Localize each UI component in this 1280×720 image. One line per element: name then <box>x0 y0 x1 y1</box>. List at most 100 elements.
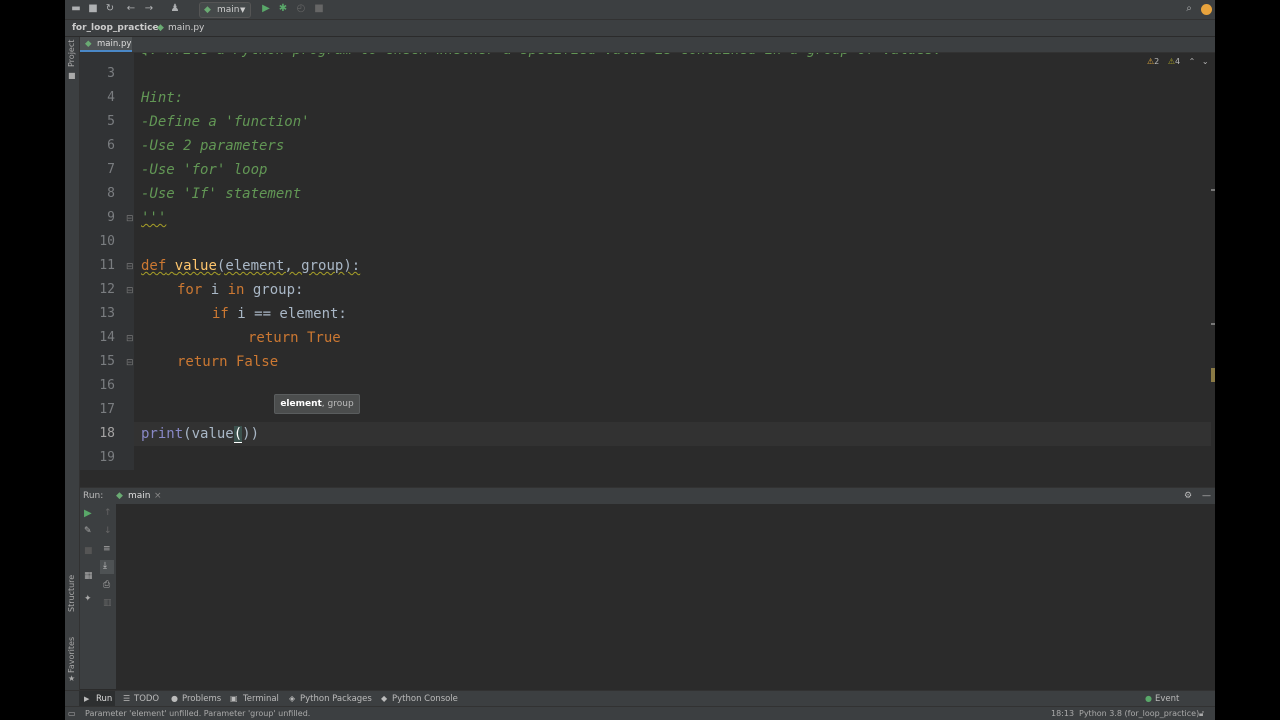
run-console-output[interactable] <box>117 504 1215 689</box>
line-number: 4 <box>107 90 115 105</box>
tool-tab-python-packages[interactable]: ◈ Python Packages <box>289 691 375 707</box>
chevron-up-icon[interactable]: ⌃ <box>1189 57 1196 66</box>
save-icon[interactable]: ■ <box>87 3 99 15</box>
close-icon[interactable]: × <box>154 488 162 504</box>
line-number-current: 18 <box>99 426 115 441</box>
run-config-label: main <box>217 5 240 15</box>
tool-tab-label: TODO <box>134 694 160 704</box>
fold-icon[interactable]: ⊟ <box>126 334 134 344</box>
star-icon: ★ <box>68 674 76 683</box>
inspection-widget[interactable]: ⚠2 ⚠4 ⌃ ⌄ <box>1147 57 1209 67</box>
toggle-tool-windows-icon[interactable]: ▭ <box>68 707 76 720</box>
structure-tool-button[interactable]: Structure <box>67 575 76 612</box>
fold-icon[interactable]: ⊟ <box>126 214 134 224</box>
lock-icon[interactable]: 🔓︎ <box>1199 707 1204 720</box>
pin-icon[interactable]: ✦ <box>84 594 92 604</box>
down-icon[interactable]: ↓ <box>104 526 112 536</box>
line-number: 12 <box>99 282 115 297</box>
package-icon: ◈ <box>289 694 296 703</box>
coverage-icon[interactable]: ◴ <box>295 3 307 15</box>
forward-icon[interactable]: → <box>143 3 155 15</box>
problems-icon: ● <box>171 694 178 703</box>
status-message: Parameter 'element' unfilled. Parameter … <box>85 709 311 718</box>
keyword-in: in <box>227 282 245 298</box>
navigation-bar: for_loop_practice › ◆ main.py <box>65 20 1215 36</box>
line-number: 3 <box>107 66 115 81</box>
layout-icon[interactable]: ▦ <box>84 571 93 581</box>
fold-icon[interactable]: ⊟ <box>126 358 134 368</box>
scroll-to-end-icon: ⤓ <box>103 561 107 571</box>
breadcrumb-file[interactable]: main.py <box>168 20 204 36</box>
gear-icon[interactable]: ⚙ <box>1184 488 1192 504</box>
tooltip-other-params: , group <box>321 399 354 409</box>
interpreter-selector[interactable]: Python 3.8 (for_loop_practice) <box>1079 707 1199 720</box>
tab-label: main.py <box>97 39 132 49</box>
python-icon: ◆ <box>204 5 211 15</box>
minimize-icon[interactable]: — <box>1202 488 1211 504</box>
scroll-marker <box>1211 189 1215 191</box>
code-line-print: print(value()) <box>141 426 260 443</box>
favorites-tool-button[interactable]: Favorites <box>67 637 76 673</box>
scroll-thumb[interactable] <box>1211 368 1215 382</box>
tool-tab-python-console[interactable]: ◆ Python Console <box>381 691 461 707</box>
tool-tab-label: Run <box>96 694 113 704</box>
line-number: 9 <box>107 210 115 225</box>
run-tab-main[interactable]: main <box>128 488 151 504</box>
list-icon: ☰ <box>123 694 131 703</box>
line-number: 15 <box>99 354 115 369</box>
up-icon[interactable]: ↑ <box>104 508 112 518</box>
code-editor[interactable]: Q: Write a Python program to check wheth… <box>134 53 1211 470</box>
print-icon[interactable]: ⎙ <box>103 580 110 590</box>
tool-tab-run[interactable]: ▶ Run <box>79 691 115 707</box>
open-folder-icon[interactable]: ▬ <box>70 3 82 15</box>
soft-wrap-icon[interactable]: ≡ <box>103 544 111 554</box>
rerun-icon[interactable]: ▶ <box>84 508 92 519</box>
main-toolbar: ▬ ■ ↻ ← → ♟ ◆ main ▼ ▶ ✱ ◴ ■ ⌕ <box>65 0 1215 20</box>
event-log-icon: ● <box>1145 694 1152 703</box>
warning-count: 2 <box>1154 57 1160 66</box>
user-icon[interactable]: ♟ <box>169 3 181 15</box>
line-number: 11 <box>99 258 115 273</box>
breadcrumb-project[interactable]: for_loop_practice <box>72 20 159 36</box>
python-file-icon: ◆ <box>116 491 123 501</box>
stop-icon[interactable]: ■ <box>313 3 325 15</box>
tool-tab-label: Problems <box>182 694 222 704</box>
folder-icon: ■ <box>68 71 76 80</box>
weak-warning-icon: ⚠ <box>1167 57 1175 66</box>
line-number: 7 <box>107 162 115 177</box>
line-number: 16 <box>99 378 115 393</box>
tool-tab-label: Python Packages <box>300 694 372 704</box>
sync-icon[interactable]: ↻ <box>104 3 116 15</box>
line-number: 19 <box>99 450 115 465</box>
fold-icon[interactable]: ⊟ <box>126 286 134 296</box>
print-args: (value <box>183 426 234 442</box>
loop-iterable: group: <box>244 282 304 298</box>
function-name: value <box>174 258 217 274</box>
search-icon[interactable]: ⌕ <box>1183 3 1195 15</box>
debug-icon[interactable]: ✱ <box>277 3 289 15</box>
project-tool-button[interactable]: Project <box>67 40 76 67</box>
function-params: (element, group): <box>216 258 361 274</box>
run-icon[interactable]: ▶ <box>260 3 272 15</box>
run-config-selector[interactable]: ◆ main ▼ <box>199 2 251 18</box>
fold-icon[interactable]: ⊟ <box>126 262 134 272</box>
back-icon[interactable]: ← <box>125 3 137 15</box>
trash-icon[interactable]: ▥ <box>103 598 112 608</box>
caret-position[interactable]: 18:13 <box>1051 707 1074 720</box>
update-icon[interactable] <box>1201 4 1212 15</box>
wrench-icon[interactable]: ✎ <box>84 526 92 536</box>
builtin-print: print <box>141 426 184 442</box>
code-line-return-true: return True <box>248 330 341 346</box>
tool-tab-problems[interactable]: ● Problems <box>171 691 223 707</box>
stop-icon[interactable]: ■ <box>84 546 93 556</box>
tab-main-py[interactable]: ◆ main.py <box>80 37 132 52</box>
editor-scrollbar[interactable] <box>1211 53 1215 470</box>
tool-tab-terminal[interactable]: ▣ Terminal <box>230 691 280 707</box>
line-number: 5 <box>107 114 115 129</box>
tool-tab-todo[interactable]: ☰ TODO <box>123 691 163 707</box>
code-line-return-false: return False <box>177 354 279 370</box>
event-log-button[interactable]: ● Event Log <box>1145 691 1197 720</box>
tooltip-current-param: element <box>280 399 322 409</box>
keyword-for: for <box>177 282 203 298</box>
chevron-down-icon[interactable]: ⌄ <box>1202 57 1209 66</box>
